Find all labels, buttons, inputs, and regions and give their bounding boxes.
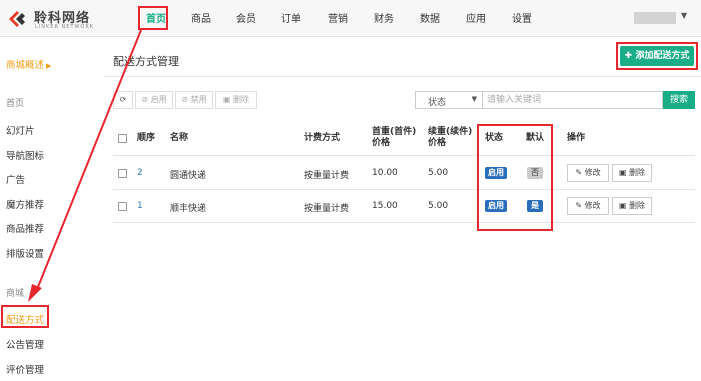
admin-page: 聆科网络 LINKER NETWORK 首页 商品 会员 订单 营销 财务 数据… — [0, 0, 701, 381]
annotation-arrow — [28, 29, 142, 302]
arrow-head-icon — [28, 284, 42, 302]
